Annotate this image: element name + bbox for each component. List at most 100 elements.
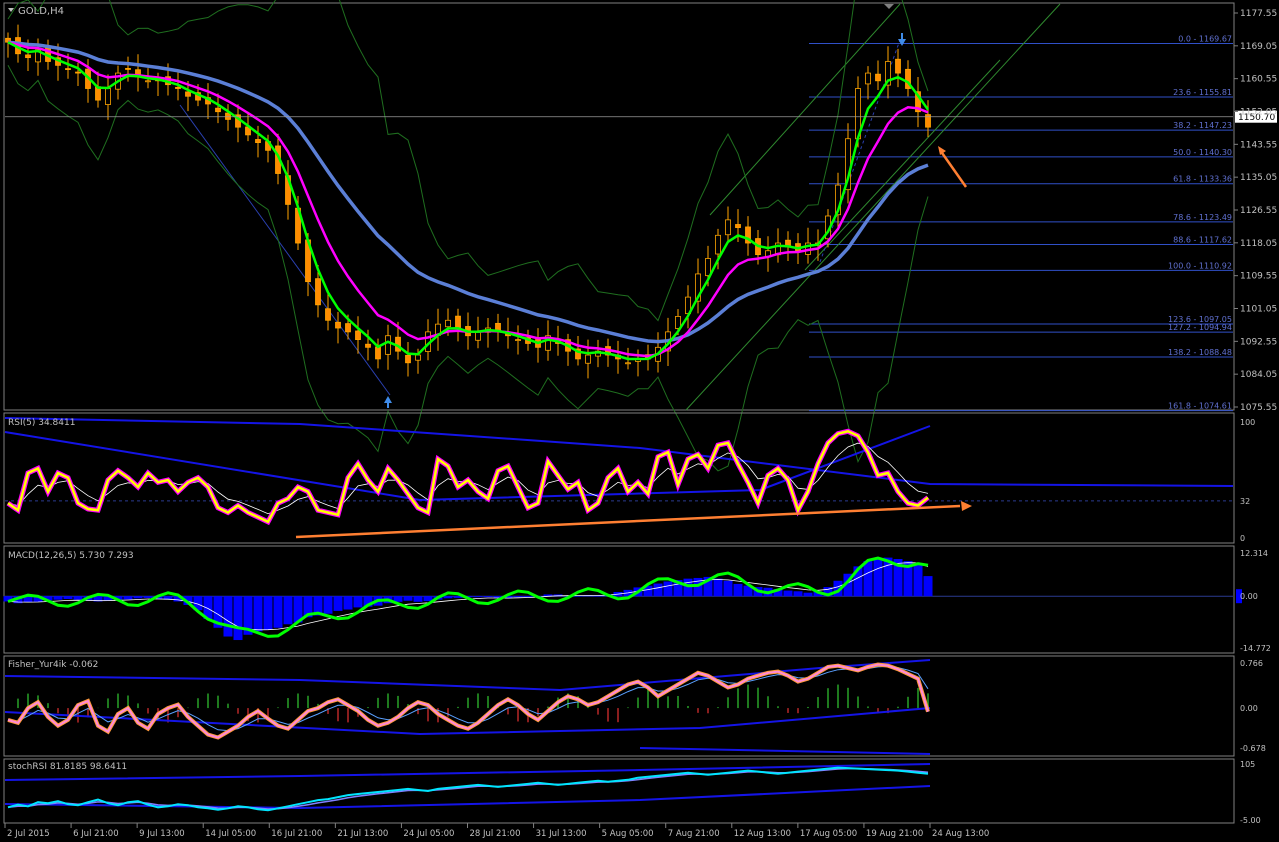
time-tick-label: 19 Aug 21:00: [866, 829, 923, 838]
candle-body: [475, 331, 481, 341]
macd-bar: [353, 596, 363, 608]
macd-bar: [323, 596, 333, 614]
macd-title: MACD(12,26,5) 5.730 7.293: [8, 551, 134, 561]
candle-body: [315, 278, 321, 306]
price-tick-label: 1075.55: [1240, 403, 1277, 413]
macd-bar: [733, 583, 743, 597]
fib-level-label: 78.6 - 1123.49: [1173, 213, 1232, 222]
candle-body: [705, 258, 711, 277]
macd-bar: [683, 578, 693, 597]
macd-bar: [923, 576, 933, 597]
fisher-tick-label: 0.766: [1240, 659, 1263, 668]
candle-body: [715, 234, 721, 255]
time-tick-label: 5 Aug 05:00: [602, 829, 654, 838]
stoch-tick-label: -5.00: [1240, 816, 1261, 825]
chart-title: GOLD,H4: [18, 6, 64, 17]
macd-bar: [283, 596, 293, 625]
price-tick-label: 1169.05: [1240, 42, 1277, 52]
price-tick-label: 1135.05: [1240, 173, 1277, 183]
macd-bar: [713, 578, 723, 597]
candle-body: [415, 354, 421, 361]
macd-bar: [123, 596, 133, 600]
macd-bar: [253, 596, 263, 632]
candle-body: [325, 308, 331, 321]
time-tick-label: 6 Jul 21:00: [73, 829, 119, 838]
rsi-title: RSI(5) 34.8411: [8, 418, 75, 428]
fib-level-label: 100.0 - 1110.92: [1168, 261, 1232, 270]
chart-canvas[interactable]: 0.0 - 1169.67 23.6 - 1155.81 38.2 - 1147.2…: [0, 0, 1279, 839]
rsi-tick-label: 0: [1240, 534, 1245, 543]
macd-bar: [443, 596, 453, 599]
time-tick-label: 17 Aug 05:00: [800, 829, 857, 838]
candle-body: [75, 71, 81, 74]
candle-body: [65, 68, 71, 70]
price-tick-label: 1177.55: [1240, 9, 1277, 19]
candle-body: [455, 315, 461, 329]
macd-bar: [873, 558, 883, 597]
candle-body: [385, 335, 391, 355]
macd-bar: [73, 596, 83, 600]
macd-bar: [793, 591, 803, 597]
price-tick-label: 1152.05: [1240, 108, 1277, 118]
candle-body: [875, 73, 881, 82]
fib-level-label: 161.8 - 1074.61: [1168, 402, 1232, 411]
macd-bar: [403, 596, 413, 601]
macd-bar: [863, 561, 873, 597]
candle-body: [185, 91, 191, 97]
macd-bar: [133, 596, 143, 599]
candle-body: [335, 321, 341, 329]
macd-bar: [333, 596, 343, 611]
time-tick-label: 24 Jul 05:00: [403, 829, 454, 838]
macd-bar: [663, 581, 673, 597]
macd-bar: [63, 596, 73, 599]
candle-body: [725, 219, 731, 236]
candle-body: [125, 68, 131, 70]
macd-bar: [263, 596, 273, 630]
candle-body: [105, 88, 111, 105]
price-tick-label: 1109.55: [1240, 272, 1277, 282]
rsi-tick-label: 100: [1240, 418, 1255, 427]
fib-level-label: 38.2 - 1147.23: [1173, 121, 1232, 130]
macd-tick-label: 12.314: [1240, 549, 1268, 558]
candle-body: [355, 330, 361, 340]
time-tick-label: 31 Jul 13:00: [536, 829, 587, 838]
trading-chart[interactable]: 0.0 - 1169.67 23.6 - 1155.81 38.2 - 1147.2…: [0, 0, 1279, 839]
macd-tick-label: -14.772: [1240, 644, 1271, 653]
candle-body: [625, 362, 631, 365]
time-tick-label: 9 Jul 13:00: [139, 829, 185, 838]
macd-bar: [143, 596, 153, 598]
candle-body: [215, 107, 221, 113]
time-tick-label: 12 Aug 13:00: [734, 829, 791, 838]
fib-level-label: 61.8 - 1133.36: [1173, 175, 1232, 184]
fisher-tick-label: 0.00: [1240, 704, 1258, 713]
time-tick-label: 28 Jul 21:00: [470, 829, 521, 838]
candle-body: [25, 54, 31, 59]
candle-body: [365, 343, 371, 348]
time-tick-label: 21 Jul 13:00: [337, 829, 388, 838]
macd-bar: [413, 596, 423, 602]
macd-bar: [653, 583, 663, 597]
candle-body: [405, 354, 411, 364]
candle-body: [585, 354, 591, 364]
macd-bar: [53, 596, 63, 600]
candle-body: [515, 339, 521, 341]
candle-body: [175, 86, 181, 89]
price-tick-label: 1084.05: [1240, 370, 1277, 380]
macd-bar: [273, 596, 283, 628]
price-tick-label: 1143.55: [1240, 140, 1277, 150]
candle-body: [895, 58, 901, 74]
price-tick-label: 1092.55: [1240, 337, 1277, 347]
fib-level-label: 127.2 - 1094.94: [1168, 323, 1232, 332]
macd-bar: [723, 580, 733, 597]
macd-bar: [483, 596, 493, 598]
fib-level-label: 138.2 - 1088.48: [1168, 348, 1232, 357]
time-tick-label: 7 Aug 21:00: [668, 829, 720, 838]
time-tick-label: 2 Jul 2015: [7, 829, 50, 838]
candle-body: [145, 80, 151, 83]
candle-body: [375, 346, 381, 360]
macd-bar: [233, 596, 243, 641]
fisher-title: Fisher_Yur4ik -0.062: [8, 660, 98, 670]
macd-bar: [223, 596, 233, 637]
rsi-tick-label: 32: [1240, 497, 1250, 506]
price-tick-label: 1160.55: [1240, 75, 1277, 85]
